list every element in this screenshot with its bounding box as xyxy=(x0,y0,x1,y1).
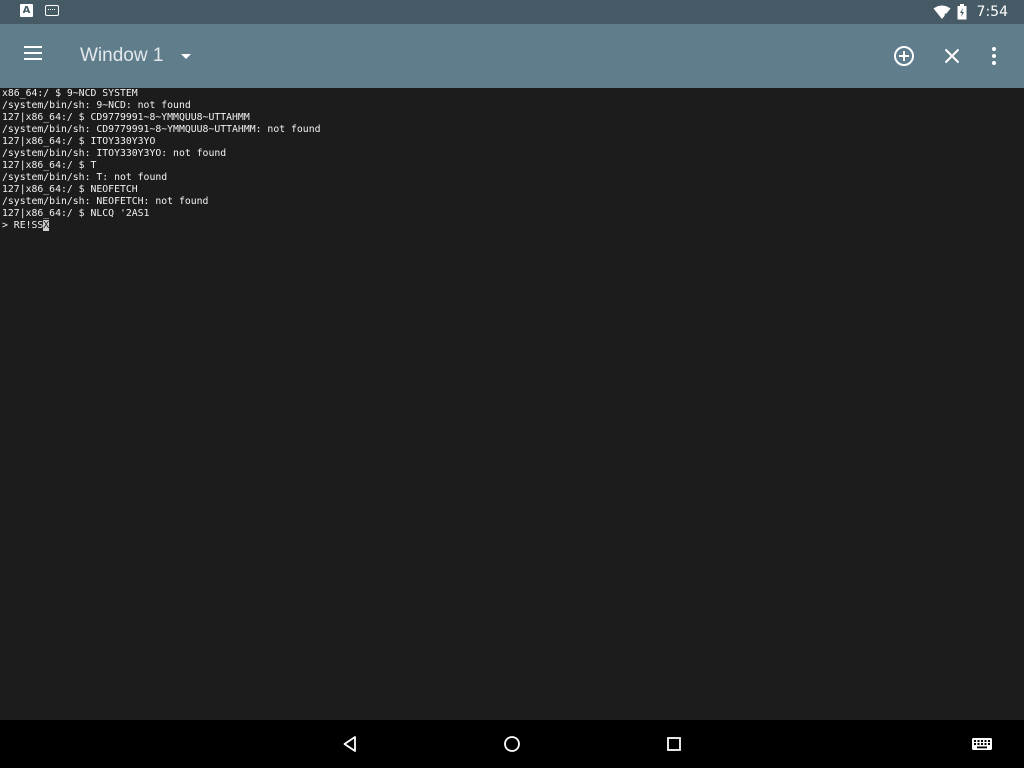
status-time: 7:54 xyxy=(976,4,1008,20)
window-selector[interactable]: Window 1 xyxy=(80,42,192,70)
battery-icon xyxy=(957,4,967,20)
app-bar: Window 1 xyxy=(0,24,1024,88)
terminal-line: 127|x86_64:/ $ ITOY330Y3YO xyxy=(2,136,156,147)
home-icon[interactable] xyxy=(500,732,524,756)
terminal-line: x86_64:/ $ 9~NCD SYSTEM xyxy=(2,88,138,99)
dropdown-arrow-icon xyxy=(181,53,192,59)
terminal-line: 127|x86_64:/ $ NLCQ '2AS1 xyxy=(2,208,150,219)
recents-icon[interactable] xyxy=(662,732,686,756)
keyboard-notification-icon xyxy=(45,5,59,16)
terminal-line: 127|x86_64:/ $ NEOFETCH xyxy=(2,184,138,195)
wifi-icon xyxy=(933,5,951,19)
terminal-input-line[interactable]: > RE!SSX xyxy=(0,220,1024,232)
terminal-line: 127|x86_64:/ $ T xyxy=(2,160,97,171)
keyboard-icon[interactable] xyxy=(970,732,994,756)
close-icon[interactable] xyxy=(940,44,964,68)
notification-icons: A xyxy=(20,4,59,17)
add-window-icon[interactable] xyxy=(892,44,916,68)
navigation-bar xyxy=(0,720,1024,768)
terminal-cursor: X xyxy=(43,220,50,231)
menu-icon[interactable] xyxy=(24,46,46,66)
terminal-line: /system/bin/sh: CD9779991~8~YMMQUU8~UTTA… xyxy=(2,124,321,135)
terminal-line: /system/bin/sh: T: not found xyxy=(2,172,168,183)
terminal-line: /system/bin/sh: NEOFETCH: not found xyxy=(2,196,209,207)
a-notification-icon: A xyxy=(20,4,33,17)
terminal-view[interactable]: x86_64:/ $ 9~NCD SYSTEM /system/bin/sh: … xyxy=(0,88,1024,720)
terminal-input-text: > RE!SS xyxy=(2,220,44,231)
system-icons: 7:54 xyxy=(933,0,1008,24)
status-bar: A 7:54 xyxy=(0,0,1024,24)
terminal-line: 127|x86_64:/ $ CD9779991~8~YMMQUU8~UTTAH… xyxy=(2,112,250,123)
back-icon[interactable] xyxy=(338,732,362,756)
more-vert-icon[interactable] xyxy=(982,44,1006,68)
terminal-line: /system/bin/sh: ITOY330Y3YO: not found xyxy=(2,148,227,159)
terminal-line: /system/bin/sh: 9~NCD: not found xyxy=(2,100,191,111)
window-title: Window 1 xyxy=(80,45,164,66)
